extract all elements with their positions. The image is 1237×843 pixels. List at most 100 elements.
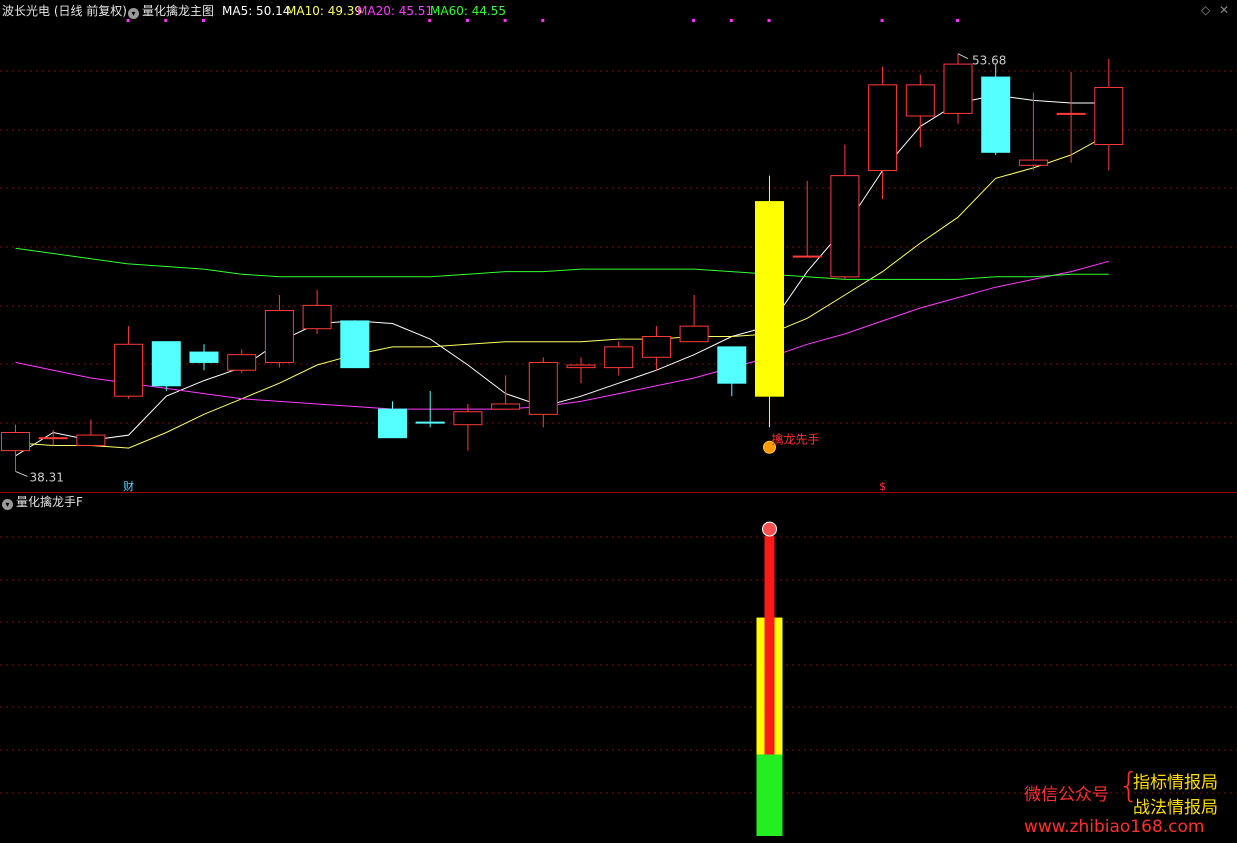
top-marker-dot (202, 19, 205, 22)
candle-body (151, 341, 181, 387)
brand-name-1: 指标情报局 (1133, 773, 1218, 793)
indicator-top-icon (762, 521, 777, 537)
candle-body (717, 346, 747, 384)
top-marker-dot (880, 19, 884, 22)
candle-body (1, 431, 30, 452)
candle-body (415, 421, 445, 424)
candle-body (378, 408, 407, 439)
main-formula-name: 量化擒龙主图 (142, 4, 215, 18)
top-marker-dot (541, 19, 545, 22)
ma20-value: MA20: 45.51 (357, 4, 434, 18)
sub-formula-header[interactable]: ▾ 量化擒龙手F (2, 495, 83, 510)
candle-body (679, 325, 709, 343)
candle-body (76, 434, 106, 446)
website-url: www.zhibiao168.com (1024, 817, 1205, 837)
indicator-bar-green (756, 754, 783, 836)
candle-body (830, 175, 860, 278)
candle (604, 341, 634, 376)
candle-body (905, 84, 935, 117)
top-marker-dot (692, 19, 696, 22)
top-marker-dot (729, 19, 733, 22)
candle-body (1094, 86, 1124, 146)
candle (792, 180, 822, 258)
candle-body (340, 320, 370, 369)
indicator-bar-red (764, 536, 775, 755)
candle (755, 175, 784, 428)
ma-line-ma60 (15, 247, 1109, 280)
candle (227, 349, 257, 373)
top-marker-dot (956, 19, 959, 22)
grid-lines (0, 70, 1237, 794)
candle (566, 357, 596, 384)
high-price-label: 53.68 (972, 54, 1006, 68)
candle (151, 341, 181, 391)
ma-line-ma5 (15, 94, 1109, 457)
signal-label: 擒龙先手 (772, 431, 820, 446)
candle (491, 375, 521, 410)
candle (38, 429, 68, 446)
candle-body (981, 76, 1011, 153)
candle (114, 326, 144, 399)
candle-body (1056, 112, 1086, 115)
candle (1, 424, 30, 472)
sub-formula-name: 量化擒龙手F (16, 495, 83, 509)
diamond-icon[interactable]: ◇ (1201, 3, 1210, 17)
top-marker-dot (126, 19, 130, 22)
candle (717, 346, 747, 397)
candle-body (943, 63, 973, 114)
candle (340, 320, 370, 369)
candle (189, 344, 219, 371)
candle (1018, 92, 1048, 171)
candle (302, 289, 332, 334)
candle-body (528, 361, 558, 415)
close-icon[interactable]: ✕ (1219, 3, 1229, 17)
wechat-label: 微信公众号 (1024, 785, 1109, 805)
candle-body (264, 310, 294, 363)
ma5-value: MA5: 50.14 (222, 4, 291, 18)
chevron-down-icon[interactable]: ▾ (128, 8, 139, 19)
top-marker-dot (428, 19, 432, 22)
event-marker: $ (879, 480, 886, 493)
chevron-down-icon[interactable]: ▾ (2, 499, 13, 510)
candle-body (755, 201, 784, 397)
candle-body (227, 354, 257, 371)
candle-body (302, 304, 332, 330)
top-marker-dot (465, 19, 469, 22)
ma-line-ma20 (15, 260, 1109, 410)
low-pointer (15, 470, 28, 477)
ma10-value: MA10: 49.39 (286, 4, 363, 18)
chart-canvas: 53.68 38.31 擒龙先手财 $ (0, 19, 1237, 836)
candle-body (38, 437, 68, 440)
candle-body (453, 411, 483, 426)
candle-body (868, 84, 898, 171)
candle (905, 74, 935, 148)
candle-body (491, 403, 521, 410)
candle (528, 357, 558, 428)
candle-body (566, 364, 596, 369)
candle (76, 419, 106, 446)
ma60-value: MA60: 44.55 (430, 4, 507, 18)
top-marker-dot (503, 19, 507, 22)
stock-title: 波长光电 (日线 前复权) (2, 4, 127, 18)
candle-body (1018, 159, 1048, 166)
candle (868, 66, 898, 200)
candle-body (114, 343, 144, 397)
candle (943, 53, 973, 124)
candle (378, 401, 407, 439)
candle (830, 144, 860, 280)
candle-body (604, 346, 634, 369)
candle-body (792, 255, 822, 258)
brand-name-2: 战法情报局 (1133, 798, 1218, 818)
candle (453, 403, 483, 451)
high-pointer (957, 53, 969, 60)
candle (981, 64, 1011, 155)
main-formula-header[interactable]: ▾ 量化擒龙主图 (128, 4, 214, 19)
low-price-label: 38.31 (30, 470, 64, 484)
top-marker-dot (164, 19, 168, 22)
top-marker-dot (767, 19, 771, 22)
candle (679, 294, 709, 343)
candle (1094, 58, 1124, 171)
candle-body (641, 336, 671, 358)
candle-body (189, 351, 219, 363)
event-marker: 财 (123, 479, 134, 493)
